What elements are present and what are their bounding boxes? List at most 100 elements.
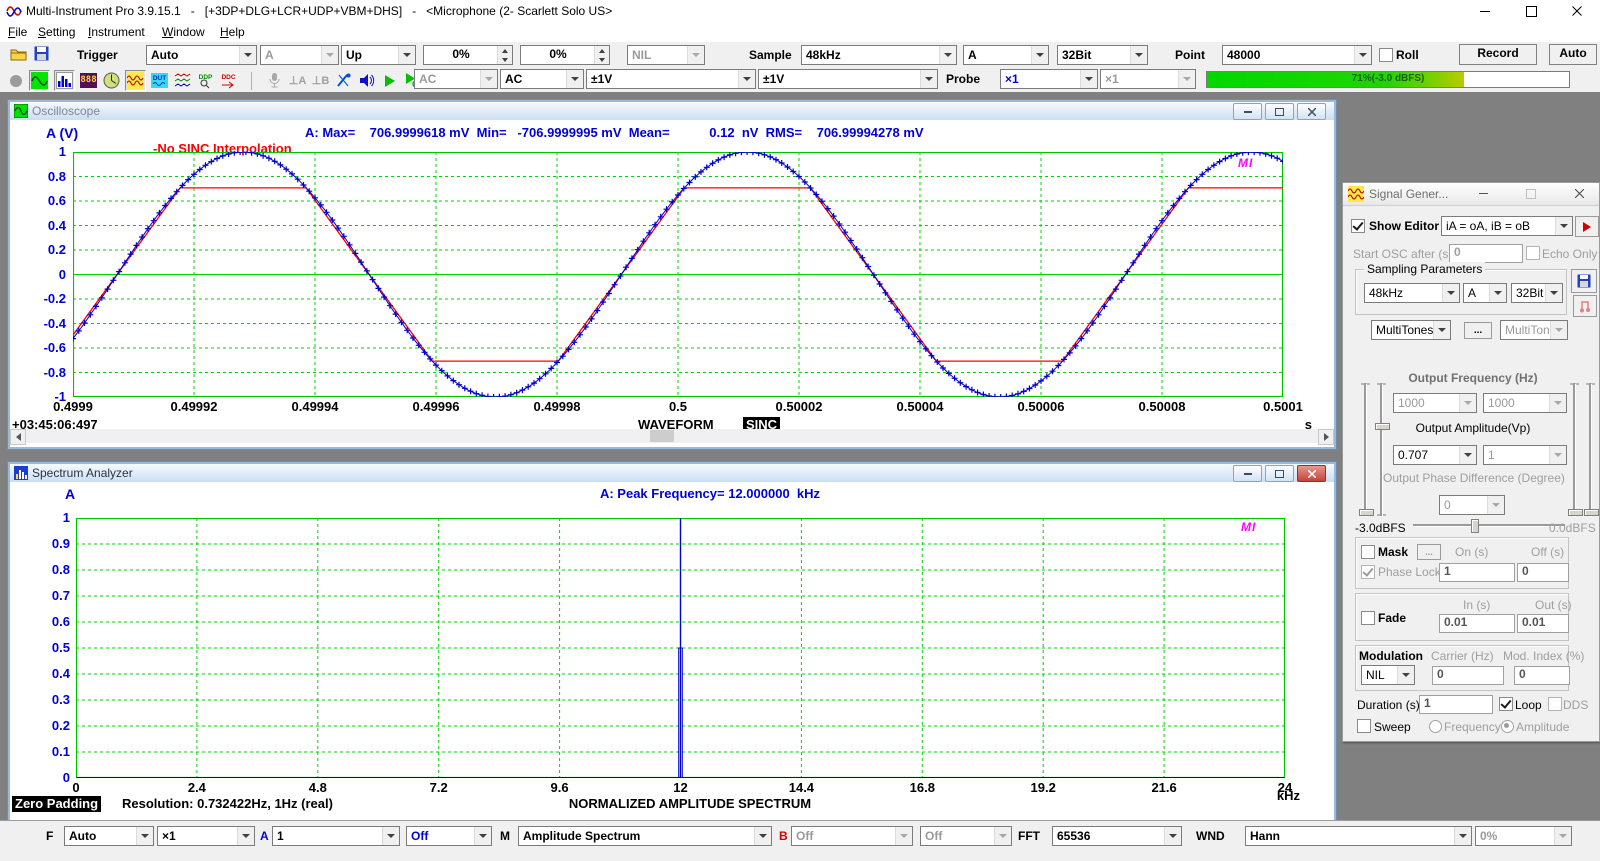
spin-down-icon[interactable] <box>594 55 609 64</box>
dbfs-slider[interactable] <box>1413 519 1565 531</box>
amplitude-a-dropdown[interactable]: 0.707 <box>1393 445 1477 465</box>
menu-help[interactable]: Help <box>220 25 245 39</box>
fade-checkbox[interactable] <box>1361 611 1375 625</box>
fft-size-dropdown[interactable]: 65536 <box>1052 826 1182 846</box>
mod-index-input[interactable]: 0 <box>1514 666 1570 685</box>
trigger-delay-spinner[interactable]: 0% <box>520 45 610 65</box>
mask-on-input[interactable]: 1 <box>1439 563 1515 582</box>
sweep-checkbox[interactable] <box>1357 719 1371 733</box>
echo-only-checkbox[interactable] <box>1526 246 1540 260</box>
mask-browse-button[interactable]: ... <box>1417 544 1441 560</box>
run-icon[interactable] <box>380 71 399 90</box>
modulation-type-dropdown[interactable]: NIL <box>1361 665 1415 685</box>
sg-sampling-bits-dropdown[interactable]: 32Bit <box>1511 283 1563 303</box>
scrollbar-thumb[interactable] <box>650 430 674 442</box>
close-icon[interactable] <box>1297 103 1326 120</box>
open-file-icon[interactable] <box>10 46 27 66</box>
routing-dropdown[interactable]: iA = oA, iB = oB <box>1441 216 1573 236</box>
fade-in-input[interactable]: 0.01 <box>1439 614 1515 633</box>
save-signal-icon[interactable] <box>1571 269 1597 293</box>
trigger-source-dropdown[interactable]: A <box>260 45 339 65</box>
oscilloscope-plot[interactable] <box>73 152 1283 397</box>
carrier-input[interactable]: 0 <box>1432 666 1504 685</box>
sg-sampling-rate-dropdown[interactable]: 48kHz <box>1364 283 1460 303</box>
frequency-slider-a[interactable] <box>1359 383 1372 516</box>
phase-difference-dropdown[interactable]: 0 <box>1439 495 1505 515</box>
mask-off-input[interactable]: 0 <box>1517 563 1569 582</box>
analysis-mode-dropdown[interactable]: Amplitude Spectrum <box>518 826 772 846</box>
spectrum-plot[interactable] <box>76 518 1285 778</box>
probe-calibration-icon[interactable] <box>334 71 353 90</box>
sampling-bits-dropdown[interactable]: 32Bit <box>1057 45 1148 65</box>
record-button[interactable]: Record <box>1459 44 1537 65</box>
zero-padding-badge[interactable]: Zero Padding <box>12 796 101 812</box>
amplitude-slider-a[interactable] <box>1375 383 1388 516</box>
spectrum-analyzer-icon[interactable] <box>54 70 75 91</box>
range-a-dropdown[interactable]: ±1V <box>586 69 756 89</box>
amplitude-slider-b[interactable] <box>1584 383 1597 516</box>
oscilloscope-icon[interactable] <box>29 70 50 91</box>
waveform-a-dropdown[interactable]: MultiTones <box>1371 320 1451 340</box>
minimize-icon[interactable] <box>1233 103 1262 120</box>
device-test-plan-icon[interactable]: DUT <box>150 71 169 90</box>
show-editor-checkbox[interactable] <box>1351 219 1365 233</box>
scroll-right-icon[interactable] <box>1318 429 1334 445</box>
ground-a-icon[interactable]: ⊥A <box>288 71 307 90</box>
sweep-frequency-radio[interactable] <box>1429 720 1442 733</box>
waveform-a-browse-button[interactable]: ... <box>1464 322 1492 339</box>
ddc-icon[interactable]: DDC <box>219 71 238 90</box>
close-icon[interactable] <box>1554 0 1600 22</box>
frequency-axis-dropdown[interactable]: Auto <box>64 826 154 846</box>
sampling-channel-dropdown[interactable]: A <box>963 45 1049 65</box>
scroll-left-icon[interactable] <box>10 429 26 445</box>
close-icon[interactable] <box>1297 465 1326 482</box>
music-note-icon[interactable] <box>1573 295 1597 317</box>
frequency-a-dropdown[interactable]: 1000 <box>1393 393 1477 413</box>
record-points-dropdown[interactable]: 48000 <box>1222 45 1372 65</box>
overlap-dropdown[interactable]: 0% <box>1475 826 1572 846</box>
b-scale-dropdown[interactable]: Off <box>791 826 913 846</box>
signal-generator-titlebar[interactable]: Signal Gener... <box>1343 183 1599 206</box>
trigger-rejection-dropdown[interactable]: NIL <box>627 45 705 65</box>
auto-button[interactable]: Auto <box>1549 44 1597 65</box>
spectrum-3d-plot-icon[interactable] <box>102 71 121 90</box>
menu-file[interactable]: File <box>8 25 27 39</box>
frequency-multiplier-dropdown[interactable]: ×1 <box>157 826 255 846</box>
close-icon[interactable] <box>1569 185 1589 202</box>
dbfs-slider-thumb[interactable] <box>1471 519 1479 533</box>
menu-window[interactable]: Window <box>162 25 205 39</box>
amplitude-b-dropdown[interactable]: 1 <box>1483 445 1567 465</box>
coupling-b-dropdown[interactable]: AC <box>500 69 584 89</box>
duration-input[interactable]: 1 <box>1419 695 1493 714</box>
output-play-button[interactable] <box>1575 216 1599 237</box>
a-scale-dropdown[interactable]: 1 <box>272 826 400 846</box>
minimize-icon[interactable] <box>1462 0 1508 22</box>
roll-checkbox[interactable] <box>1379 48 1393 62</box>
derived-data-curves-icon[interactable] <box>173 71 192 90</box>
frequency-b-dropdown[interactable]: 1000 <box>1483 393 1567 413</box>
b-mode-dropdown[interactable]: Off <box>920 826 1012 846</box>
record-icon[interactable] <box>6 71 25 90</box>
fade-out-input[interactable]: 0.01 <box>1517 614 1569 633</box>
trigger-mode-dropdown[interactable]: Auto <box>146 45 257 65</box>
oscilloscope-titlebar[interactable]: Oscilloscope <box>10 102 1334 121</box>
coupling-a-dropdown[interactable]: AC <box>414 69 498 89</box>
restore-icon[interactable] <box>1265 465 1294 482</box>
probe-a-dropdown[interactable]: ×1 <box>1000 69 1098 89</box>
sound-device-icon[interactable] <box>357 71 376 90</box>
trigger-level-spinner[interactable]: 0% <box>423 45 513 65</box>
sampling-rate-dropdown[interactable]: 48kHz <box>801 45 957 65</box>
a-mode-dropdown[interactable]: Off <box>406 826 492 846</box>
sweep-amplitude-radio[interactable] <box>1501 720 1514 733</box>
loop-checkbox[interactable] <box>1499 697 1513 711</box>
minimize-icon[interactable] <box>1233 465 1262 482</box>
multimeter-icon[interactable]: 888 <box>79 71 98 90</box>
maximize-icon[interactable] <box>1508 0 1554 22</box>
start-osc-input[interactable]: 0 <box>1449 244 1523 263</box>
ground-b-icon[interactable]: ⊥B <box>311 71 330 90</box>
horizontal-scrollbar[interactable] <box>10 429 1334 443</box>
spin-down-icon[interactable] <box>497 55 512 64</box>
ddp-viewer-icon[interactable]: DDP <box>196 71 215 90</box>
sg-sampling-channel-dropdown[interactable]: A <box>1463 283 1507 303</box>
spectrum-titlebar[interactable]: Spectrum Analyzer <box>10 464 1334 483</box>
